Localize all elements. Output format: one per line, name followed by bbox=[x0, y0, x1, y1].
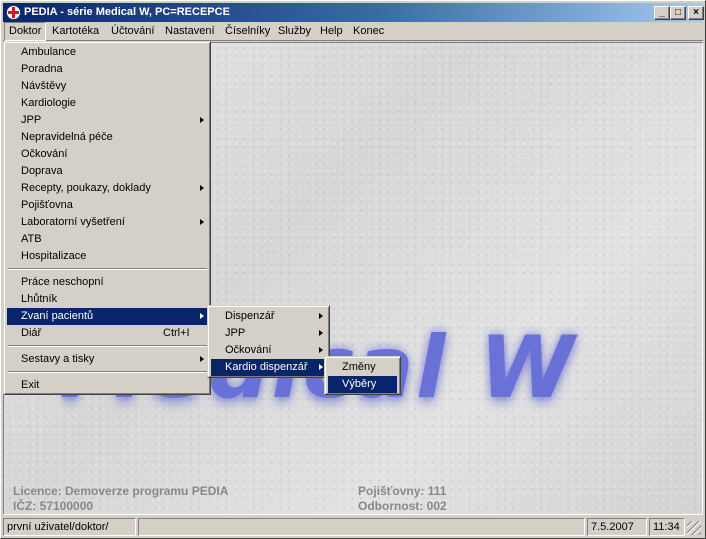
menu-item-exit[interactable]: Exit bbox=[7, 377, 207, 394]
submenu-arrow-icon bbox=[319, 313, 323, 319]
menu-item-poradna[interactable]: Poradna bbox=[7, 61, 207, 78]
submenu-arrow-icon bbox=[319, 347, 323, 353]
icz-text: IČZ: 57100000 bbox=[13, 499, 94, 513]
submenu-arrow-icon bbox=[200, 117, 204, 123]
kardio-submenu: Změny Výběry bbox=[324, 356, 401, 395]
menu-bar: Doktor Kartotéka Účtování Nastavení Číse… bbox=[3, 22, 703, 41]
submenu-item-vybery[interactable]: Výběry bbox=[328, 376, 397, 393]
menu-item-ockovani[interactable]: Očkování bbox=[7, 146, 207, 163]
menu-item-recepty[interactable]: Recepty, poukazy, doklady bbox=[7, 180, 207, 197]
status-bar: první uživatel/doktor/ 7.5.2007 11:34 bbox=[3, 517, 703, 537]
minimize-button[interactable]: _ bbox=[654, 6, 670, 20]
menu-item-prace-neschopni[interactable]: Práce neschopní bbox=[7, 274, 207, 291]
menu-doktor[interactable]: Doktor bbox=[4, 22, 47, 41]
shortcut-ctrl-i: Ctrl+I bbox=[163, 327, 190, 339]
menu-item-hospitalizace[interactable]: Hospitalizace bbox=[7, 248, 207, 265]
menu-item-pojistovna[interactable]: Pojišťovna bbox=[7, 197, 207, 214]
menu-item-laboratorni[interactable]: Laboratorní vyšetření bbox=[7, 214, 207, 231]
menu-item-zvani-pacientu[interactable]: Zvaní pacientů bbox=[7, 308, 207, 325]
status-time: 11:34 bbox=[649, 518, 685, 536]
pojistovny-text: Pojišťovny: 111 bbox=[358, 484, 447, 498]
menu-item-kardiologie[interactable]: Kardiologie bbox=[7, 95, 207, 112]
maximize-button[interactable]: □ bbox=[670, 6, 686, 20]
main-window: PEDIA - série Medical W, PC=RECEPCE _ □ … bbox=[0, 0, 706, 539]
status-date: 7.5.2007 bbox=[587, 518, 647, 536]
menu-item-lhutnik[interactable]: Lhůtník bbox=[7, 291, 207, 308]
window-title: PEDIA - série Medical W, PC=RECEPCE bbox=[24, 6, 230, 18]
menu-nastaveni[interactable]: Nastavení bbox=[161, 22, 219, 41]
menu-item-sestavy[interactable]: Sestavy a tisky bbox=[7, 351, 207, 368]
odbornost-text: Odbornost: 002 bbox=[358, 499, 447, 513]
doktor-menu: Ambulance Poradna Návštěvy Kardiologie J… bbox=[3, 41, 211, 395]
menu-item-navstevy[interactable]: Návštěvy bbox=[7, 78, 207, 95]
status-user: první uživatel/doktor/ bbox=[3, 518, 136, 536]
submenu-arrow-icon bbox=[319, 330, 323, 336]
submenu-item-jpp[interactable]: JPP bbox=[211, 325, 326, 342]
menu-uctovani[interactable]: Účtování bbox=[107, 22, 158, 41]
submenu-item-kardio-dispenzar[interactable]: Kardio dispenzář bbox=[211, 359, 326, 376]
menu-sluzby[interactable]: Služby bbox=[274, 22, 315, 41]
submenu-arrow-icon bbox=[200, 313, 204, 319]
menu-item-ambulance[interactable]: Ambulance bbox=[7, 44, 207, 61]
menu-item-nepravidelna-pece[interactable]: Nepravidelná péče bbox=[7, 129, 207, 146]
zvani-submenu: Dispenzář JPP Očkování Kardio dispenzář bbox=[207, 305, 330, 378]
close-button[interactable]: × bbox=[688, 6, 704, 20]
pedia-cross-icon[interactable] bbox=[6, 5, 21, 20]
menu-konec[interactable]: Konec bbox=[349, 22, 388, 41]
menu-item-doprava[interactable]: Doprava bbox=[7, 163, 207, 180]
resize-grip-icon[interactable] bbox=[687, 521, 701, 535]
menu-separator bbox=[8, 268, 207, 270]
submenu-arrow-icon bbox=[200, 219, 204, 225]
submenu-arrow-icon bbox=[200, 185, 204, 191]
menu-help[interactable]: Help bbox=[316, 22, 347, 41]
menu-item-jpp[interactable]: JPP bbox=[7, 112, 207, 129]
menu-separator bbox=[8, 371, 207, 373]
submenu-item-ockovani[interactable]: Očkování bbox=[211, 342, 326, 359]
submenu-arrow-icon bbox=[319, 364, 323, 370]
submenu-arrow-icon bbox=[200, 356, 204, 362]
menu-separator bbox=[8, 345, 207, 347]
menu-kartoteka[interactable]: Kartotéka bbox=[48, 22, 103, 41]
status-message bbox=[138, 518, 585, 536]
menu-item-atb[interactable]: ATB bbox=[7, 231, 207, 248]
menu-item-diar[interactable]: Diář Ctrl+I bbox=[7, 325, 207, 342]
submenu-item-dispenzar[interactable]: Dispenzář bbox=[211, 308, 326, 325]
submenu-item-zmeny[interactable]: Změny bbox=[328, 359, 397, 376]
menu-ciselniky[interactable]: Číselníky bbox=[221, 22, 274, 41]
licence-text: Licence: Demoverze programu PEDIA bbox=[13, 484, 229, 498]
title-bar[interactable]: PEDIA - série Medical W, PC=RECEPCE _ □ … bbox=[3, 3, 704, 22]
